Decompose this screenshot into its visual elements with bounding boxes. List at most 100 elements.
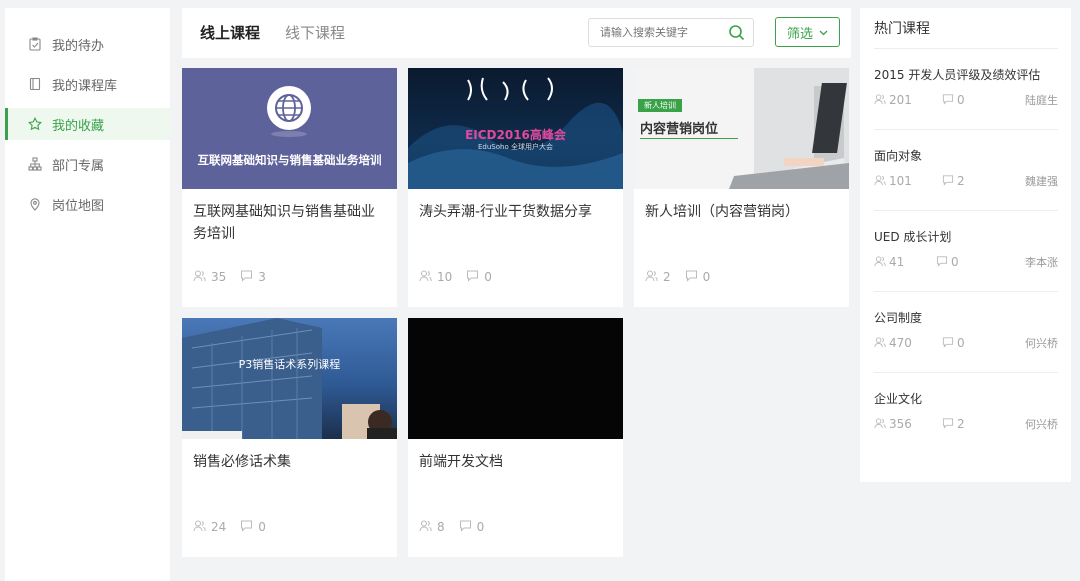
comment-count: 0 [957,93,965,107]
course-card[interactable]: 互联网基础知识与销售基础业务培训 互联网基础知识与销售基础业务培训 35 3 [182,68,397,307]
comment-icon [942,417,957,432]
comment-icon [240,269,258,285]
hot-course-author: 陆庭生 [1025,94,1058,107]
hot-course-name: 面向对象 [874,149,923,163]
comment-icon [942,174,957,189]
sidebar-item-course-library[interactable]: 我的课程库 [5,68,170,100]
course-card[interactable]: 前端开发文档 8 0 [408,318,623,557]
comment-count: 0 [476,520,485,534]
book-icon [28,77,42,91]
search-box [588,18,754,47]
hot-course-author: 魏建强 [1025,175,1058,188]
comment-icon [685,269,703,285]
cover-badge: 新人培训 [638,99,682,112]
tab-online-courses[interactable]: 线上课程 [200,22,260,43]
course-card[interactable]: P3销售话术系列课程 销售必修话术集 24 0 [182,318,397,557]
users-icon [193,519,211,535]
student-count: 8 [437,520,445,534]
sidebar-item-label: 岗位地图 [52,198,105,214]
comment-count: 3 [258,270,266,284]
cover-text: 互联网基础知识与销售基础业务培训 [197,153,382,167]
student-count: 24 [211,520,227,534]
cover-subtext: EduSoho 全球用户大会 [478,143,553,151]
course-meta: 35 3 [193,269,280,285]
sidebar: 我的待办 我的课程库 我的收藏 部门专属 岗位地图 [5,8,170,581]
chevron-down-icon [819,25,828,40]
hot-course-item[interactable]: 公司制度 470 0 何兴桥 [874,291,1058,372]
course-card[interactable]: EICD2016高峰会 EduSoho 全球用户大会 涛头弄潮-行业干货数据分享… [408,68,623,307]
course-meta: 10 0 [419,269,506,285]
hot-course-author: 李本涨 [1025,256,1058,269]
globe-icon [267,86,311,137]
comment-icon [936,255,951,270]
hot-course-item[interactable]: 2015 开发人员评级及绩效评估 201 0 陆庭生 [874,48,1058,129]
student-count: 470 [889,336,912,350]
hot-course-meta: 356 2 何兴桥 [874,416,1058,432]
sidebar-item-label: 部门专属 [52,158,105,174]
comment-icon [942,93,957,108]
student-count: 10 [437,270,453,284]
course-title: 销售必修话术集 [193,454,291,470]
course-meta: 8 0 [419,519,498,535]
cover-text: EICD2016高峰会 [465,128,566,142]
users-icon [874,174,889,189]
sidebar-item-job-map[interactable]: 岗位地图 [5,188,170,220]
sidebar-item-favorites[interactable]: 我的收藏 [5,108,170,140]
hot-course-meta: 470 0 何兴桥 [874,335,1058,351]
comment-icon [466,269,484,285]
comment-count: 0 [951,255,959,269]
hot-course-author: 何兴桥 [1025,337,1058,350]
sidebar-item-label: 我的课程库 [52,78,118,94]
map-pin-icon [28,197,42,211]
comment-count: 0 [258,520,266,534]
course-cover: EICD2016高峰会 EduSoho 全球用户大会 [408,68,623,189]
sidebar-item-todo[interactable]: 我的待办 [5,28,170,60]
hot-course-name: 企业文化 [874,392,923,406]
course-title: 前端开发文档 [419,454,503,470]
comment-count: 0 [957,336,965,350]
course-cover: 新人培训 内容营销岗位 [634,68,849,189]
search-input[interactable] [589,19,719,46]
comment-icon [240,519,258,535]
comment-count: 2 [957,417,965,431]
hot-course-name: 公司制度 [874,311,923,325]
users-icon [645,269,663,285]
hot-course-item[interactable]: 面向对象 101 2 魏建强 [874,129,1058,210]
users-icon [874,336,889,351]
tab-offline-courses[interactable]: 线下课程 [285,22,345,43]
hot-courses-panel: 热门课程 2015 开发人员评级及绩效评估 201 0 陆庭生 面向对象 101… [860,8,1071,482]
student-count: 35 [211,270,227,284]
course-meta: 2 0 [645,269,724,285]
hot-course-meta: 201 0 陆庭生 [874,92,1058,108]
course-cover: P3销售话术系列课程 [182,318,397,439]
clipboard-check-icon [28,37,42,51]
filter-button[interactable]: 筛选 [775,17,840,47]
comment-count: 0 [702,270,711,284]
hot-course-item[interactable]: UED 成长计划 41 0 李本涨 [874,210,1058,291]
sidebar-item-department[interactable]: 部门专属 [5,148,170,180]
course-card[interactable]: 新人培训 内容营销岗位 新人培训（内容营销岗） 2 0 [634,68,849,307]
course-title: 新人培训（内容营销岗） [645,204,799,220]
course-toolbar: 线上课程 线下课程 筛选 [182,8,851,58]
users-icon [193,269,211,285]
filter-label: 筛选 [786,26,813,42]
student-count: 356 [889,417,912,431]
comment-count: 0 [484,270,492,284]
course-title: 互联网基础知识与销售基础业务培训 [193,204,375,242]
search-icon[interactable] [728,24,745,41]
hot-course-name: UED 成长计划 [874,230,952,244]
hot-course-meta: 101 2 魏建强 [874,173,1058,189]
users-icon [419,519,437,535]
hot-courses-title: 热门课程 [874,21,930,37]
cover-text: P3销售话术系列课程 [238,358,341,371]
hot-course-item[interactable]: 企业文化 356 2 何兴桥 [874,372,1058,453]
users-icon [419,269,437,285]
users-icon [874,417,889,432]
student-count: 101 [889,174,912,188]
student-count: 2 [663,270,671,284]
comment-count: 2 [957,174,965,188]
student-count: 41 [889,255,905,269]
hot-course-author: 何兴桥 [1025,418,1058,431]
sidebar-item-label: 我的收藏 [52,118,105,134]
hot-course-meta: 41 0 李本涨 [874,254,1058,270]
